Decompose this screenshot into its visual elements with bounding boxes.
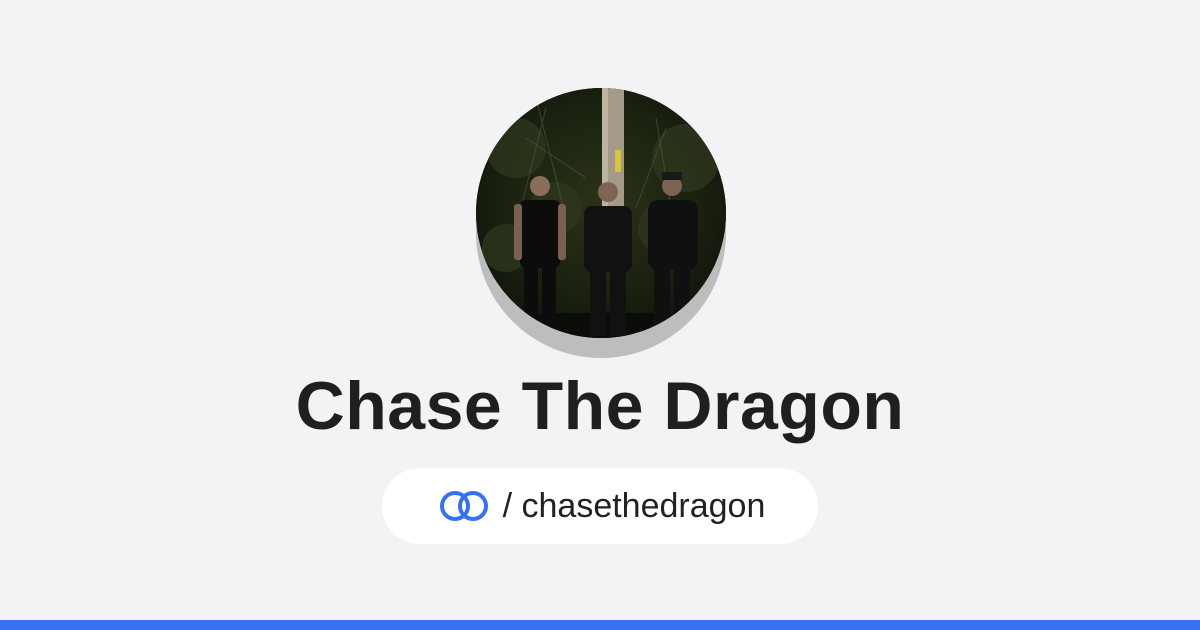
profile-name: Chase The Dragon — [295, 368, 905, 444]
avatar — [476, 88, 726, 338]
accent-bar — [0, 620, 1200, 630]
profile-handle: / chasethedragon — [502, 487, 766, 525]
band-photo — [476, 88, 726, 338]
profile-link-pill[interactable]: / chasethedragon — [382, 468, 818, 544]
linked-rings-icon — [435, 488, 493, 524]
profile-avatar-container — [476, 88, 726, 358]
